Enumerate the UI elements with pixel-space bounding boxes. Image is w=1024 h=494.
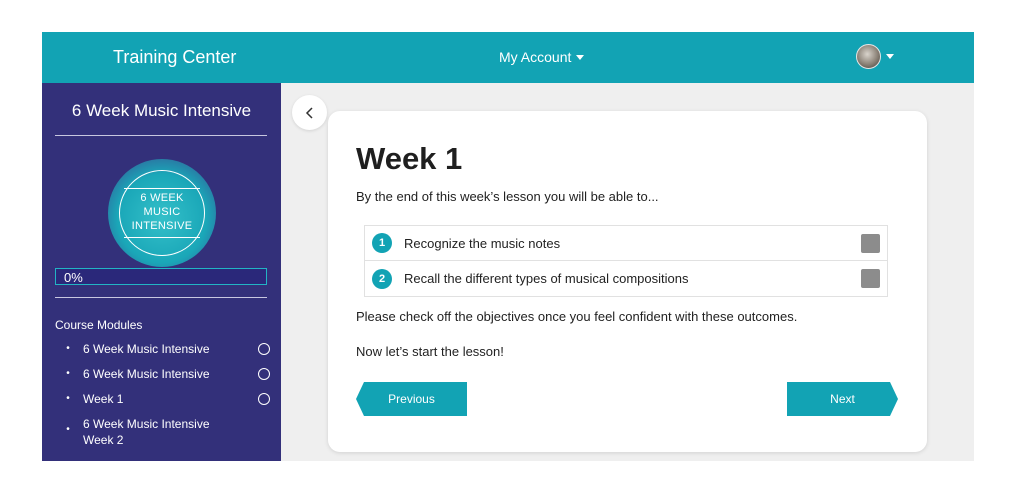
brand-title[interactable]: Training Center <box>113 47 236 68</box>
course-title: 6 Week Music Intensive <box>71 101 252 120</box>
badge-top-line <box>124 188 200 189</box>
badge-text: 6 WEEK MUSIC INTENSIVE <box>108 191 216 233</box>
badge-line-3: INTENSIVE <box>131 220 193 232</box>
objectives-list: 1 Recognize the music notes 2 Recall the… <box>364 225 888 297</box>
course-sidebar: 6 Week Music Intensive 6 WEEK MUSIC INTE… <box>42 83 281 461</box>
bullet-icon: • <box>66 343 70 354</box>
modules-heading: Course Modules <box>55 318 143 332</box>
objective-row: 1 Recognize the music notes <box>365 226 887 261</box>
course-progress-bar: 0% <box>55 268 267 285</box>
badge-line-2: MUSIC <box>143 206 181 218</box>
intro-text: By the end of this week’s lesson you wil… <box>356 189 659 204</box>
module-item[interactable]: • 6 Week Music Intensive <box>55 366 270 382</box>
module-list: • 6 Week Music Intensive • 6 Week Music … <box>55 341 270 457</box>
status-circle-icon <box>258 343 270 355</box>
bullet-icon: • <box>66 393 70 404</box>
objective-number-badge: 1 <box>372 233 392 253</box>
badge-line-1: 6 WEEK <box>140 192 184 204</box>
avatar <box>856 44 881 69</box>
caret-down-icon <box>886 54 894 59</box>
page-title: Week 1 <box>356 141 463 176</box>
progress-text: 0% <box>64 270 83 285</box>
caret-down-icon <box>576 54 585 60</box>
sidebar-divider <box>55 135 267 136</box>
objective-text: Recall the different types of musical co… <box>404 271 689 286</box>
back-button[interactable] <box>292 95 327 130</box>
objective-checkbox[interactable] <box>861 234 880 253</box>
top-navigation-bar: Training Center My Account <box>42 32 974 83</box>
module-label: Week 1 <box>83 392 124 406</box>
bullet-icon: • <box>66 424 70 435</box>
badge-bottom-line <box>124 237 200 238</box>
bullet-icon: • <box>66 368 70 379</box>
objective-row: 2 Recall the different types of musical … <box>365 261 887 296</box>
module-label: 6 Week Music Intensive <box>83 367 210 381</box>
start-lesson-text: Now let’s start the lesson! <box>356 344 504 359</box>
objective-checkbox[interactable] <box>861 269 880 288</box>
module-item[interactable]: • 6 Week Music Intensive <box>55 341 270 357</box>
module-item[interactable]: • 6 Week Music Intensive Week 2 <box>55 416 270 448</box>
sidebar-divider <box>55 297 267 298</box>
course-badge: 6 WEEK MUSIC INTENSIVE <box>108 159 216 267</box>
module-item[interactable]: • Week 1 <box>55 391 270 407</box>
module-label: 6 Week Music Intensive Week 2 <box>83 417 210 447</box>
check-instruction-text: Please check off the objectives once you… <box>356 309 798 324</box>
chevron-left-icon <box>305 106 313 119</box>
module-label: 6 Week Music Intensive <box>83 342 210 356</box>
lesson-card: Week 1 By the end of this week’s lesson … <box>328 111 927 452</box>
status-circle-icon <box>258 368 270 380</box>
next-button-label: Next <box>830 392 855 406</box>
app-window: Training Center My Account 6 Week Music … <box>42 32 974 461</box>
previous-button-label: Previous <box>388 392 435 406</box>
my-account-dropdown[interactable]: My Account <box>499 49 585 65</box>
objective-text: Recognize the music notes <box>404 235 561 251</box>
status-circle-icon <box>258 393 270 405</box>
user-menu[interactable] <box>856 44 894 69</box>
previous-button[interactable]: Previous <box>356 382 467 416</box>
objective-number-badge: 2 <box>372 268 392 289</box>
my-account-label: My Account <box>499 49 572 65</box>
next-button[interactable]: Next <box>787 382 898 416</box>
